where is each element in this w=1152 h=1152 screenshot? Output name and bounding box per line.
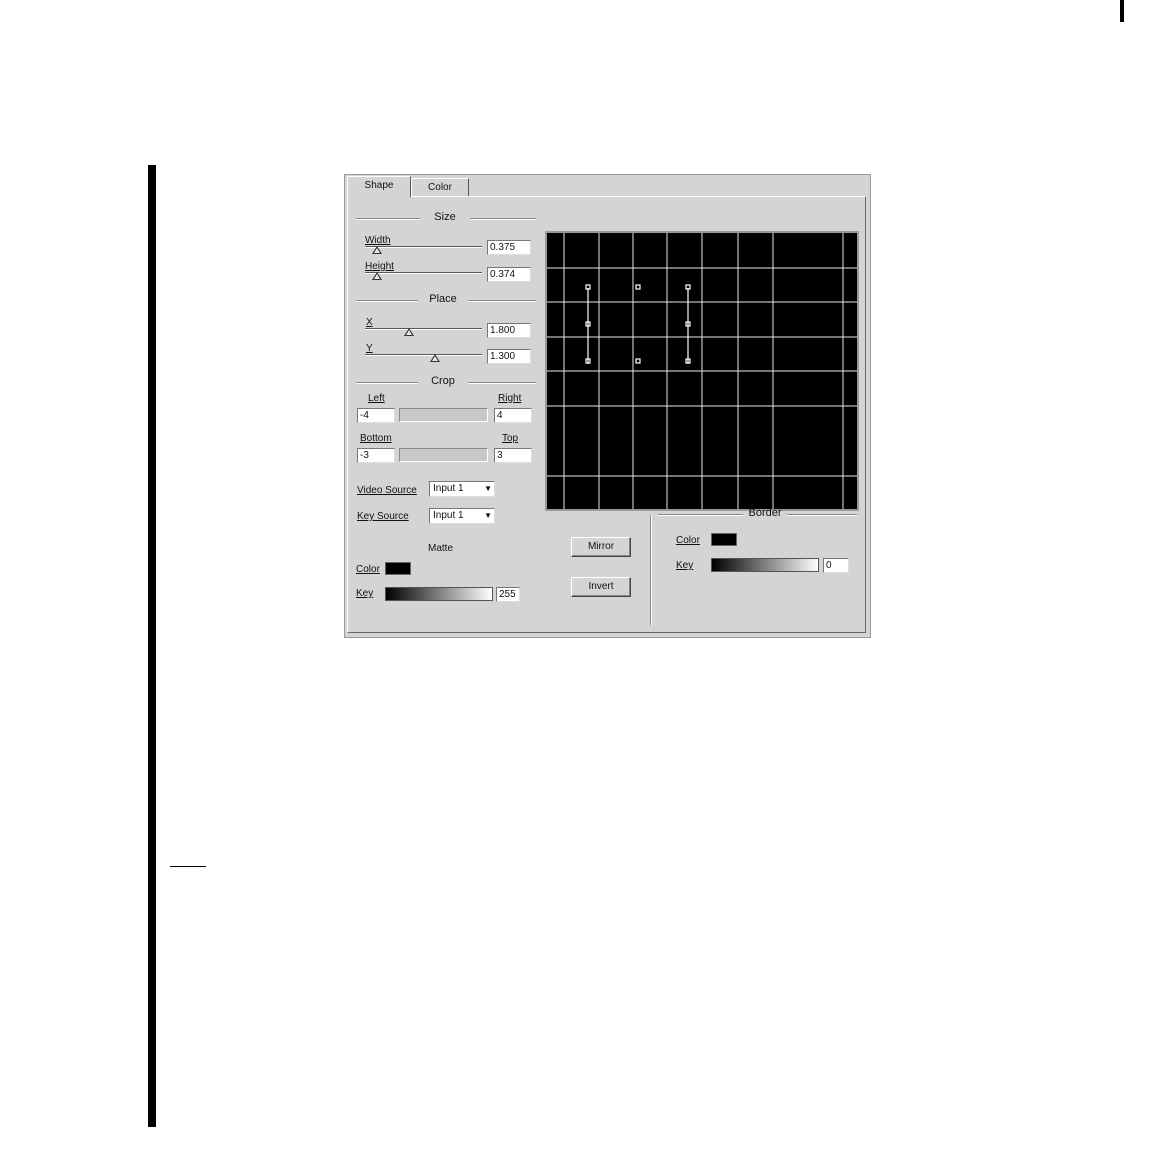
border-separator — [650, 515, 652, 625]
size-group-line-left — [356, 218, 420, 220]
width-slider-track[interactable] — [365, 246, 482, 248]
width-value-field[interactable]: 0.375 — [487, 240, 531, 255]
height-slider-track[interactable] — [365, 272, 482, 274]
size-group-line-right — [470, 218, 536, 220]
crop-bottom-field[interactable]: -3 — [357, 448, 395, 463]
crop-top-label: Top — [502, 433, 519, 444]
place-group-line-left — [356, 300, 418, 302]
border-key-value-field[interactable]: 0 — [823, 558, 849, 573]
shape-panel: Size Width 0.375 Height 0.374 Place X 1.… — [347, 196, 866, 633]
border-group-line-right — [787, 514, 857, 516]
crop-right-field[interactable]: 4 — [494, 408, 532, 423]
crop-top-field[interactable]: 3 — [494, 448, 532, 463]
x-value-field[interactable]: 1.800 — [487, 323, 531, 338]
key-source-label: Key Source — [357, 511, 409, 522]
video-source-label: Video Source — [357, 485, 417, 496]
border-group-line-left — [658, 514, 743, 516]
matte-title: Matte — [428, 543, 454, 554]
key-source-dropdown-arrow-icon[interactable]: ▼ — [484, 510, 492, 522]
crop-horizontal-bar[interactable] — [399, 408, 488, 422]
border-key-gradient-slider[interactable] — [711, 558, 819, 572]
crop-right-label: Right — [498, 393, 522, 404]
preview-grid-lines — [547, 233, 857, 509]
key-source-select[interactable]: Input 1 ▼ — [429, 508, 495, 524]
video-source-select[interactable]: Input 1 ▼ — [429, 481, 495, 497]
height-slider-thumb[interactable] — [371, 272, 382, 280]
border-key-label: Key — [676, 560, 694, 571]
preview-grid — [547, 233, 857, 509]
tab-strip: Shape Color — [345, 175, 870, 197]
width-slider-thumb[interactable] — [371, 246, 382, 254]
crop-group-line-left — [356, 382, 418, 384]
page-footnote-mark — [170, 866, 206, 867]
y-label: Y — [366, 343, 373, 354]
border-color-swatch[interactable] — [711, 533, 737, 546]
matte-key-value-field[interactable]: 255 — [496, 587, 520, 602]
border-group-title: Border — [748, 507, 782, 519]
video-source-dropdown-arrow-icon[interactable]: ▼ — [484, 483, 492, 495]
tab-color[interactable]: Color — [411, 178, 469, 196]
crop-group-title: Crop — [431, 375, 455, 387]
shape-outline[interactable] — [585, 284, 691, 364]
crop-left-label: Left — [368, 393, 385, 404]
place-group-title: Place — [429, 293, 457, 305]
y-value-field[interactable]: 1.300 — [487, 349, 531, 364]
place-group-line-right — [468, 300, 536, 302]
matte-key-label: Key — [356, 588, 374, 599]
y-slider-thumb[interactable] — [430, 354, 441, 362]
shape-settings-dialog: Shape Color Size Width 0.375 Height 0.37… — [344, 174, 871, 638]
page-top-rule — [1120, 0, 1124, 22]
height-label: Height — [365, 261, 394, 272]
invert-button[interactable]: Invert — [571, 577, 631, 597]
x-slider-thumb[interactable] — [404, 328, 415, 336]
matte-color-swatch[interactable] — [385, 562, 411, 575]
x-slider-track[interactable] — [365, 328, 482, 330]
page-left-rule — [148, 165, 156, 1127]
matte-color-label: Color — [356, 564, 380, 575]
width-label: Width — [365, 235, 391, 246]
key-source-value: Input 1 — [433, 510, 464, 521]
crop-bottom-label: Bottom — [360, 433, 392, 444]
tab-shape[interactable]: Shape — [347, 176, 411, 197]
mirror-button[interactable]: Mirror — [571, 537, 631, 557]
border-color-label: Color — [676, 535, 700, 546]
shape-preview-canvas[interactable] — [545, 231, 859, 511]
crop-left-field[interactable]: -4 — [357, 408, 395, 423]
crop-vertical-bar[interactable] — [399, 448, 488, 462]
y-slider-track[interactable] — [365, 354, 482, 356]
crop-group-line-right — [468, 382, 536, 384]
video-source-value: Input 1 — [433, 483, 464, 494]
height-value-field[interactable]: 0.374 — [487, 267, 531, 282]
x-label: X — [366, 317, 373, 328]
size-group-title: Size — [434, 211, 456, 223]
matte-key-gradient-slider[interactable] — [385, 587, 493, 601]
